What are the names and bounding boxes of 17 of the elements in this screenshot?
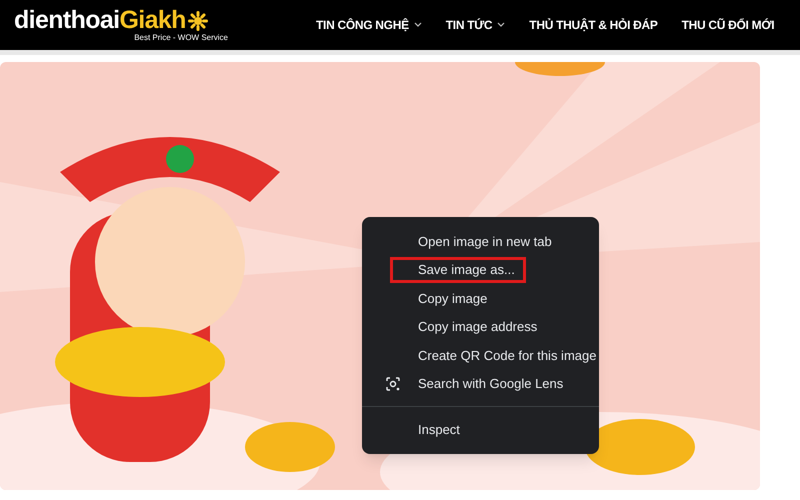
logo-text[interactable]: dienthoaiGiakh [14, 8, 186, 33]
menu-item[interactable]: Create QR Code for this image [390, 342, 608, 368]
nav-link[interactable]: THỦ THUẬT & HỎI ĐÁP [529, 16, 658, 34]
menu-item[interactable]: Copy image address [390, 314, 548, 340]
menu-item[interactable]: Inspect [390, 416, 471, 442]
sun-icon [186, 10, 209, 32]
menu-item[interactable]: Save image as... [390, 256, 526, 283]
nav-link[interactable]: THU CŨ ĐỔI MỚI [682, 16, 774, 34]
menu-item[interactable]: Open image in new tab [390, 228, 563, 254]
chevron-icon [497, 22, 506, 28]
menu-item[interactable]: Copy image [390, 285, 498, 312]
chevron-icon [414, 22, 422, 28]
nav-link[interactable]: TIN CÔNG NGHỆ [316, 16, 422, 34]
nav-link[interactable]: TIN TỨC [446, 16, 506, 34]
logo-tagline: Best Price - WOW Service [134, 34, 228, 42]
menu-item[interactable]: Search with Google Lens [390, 370, 574, 397]
lens-icon [386, 376, 400, 391]
